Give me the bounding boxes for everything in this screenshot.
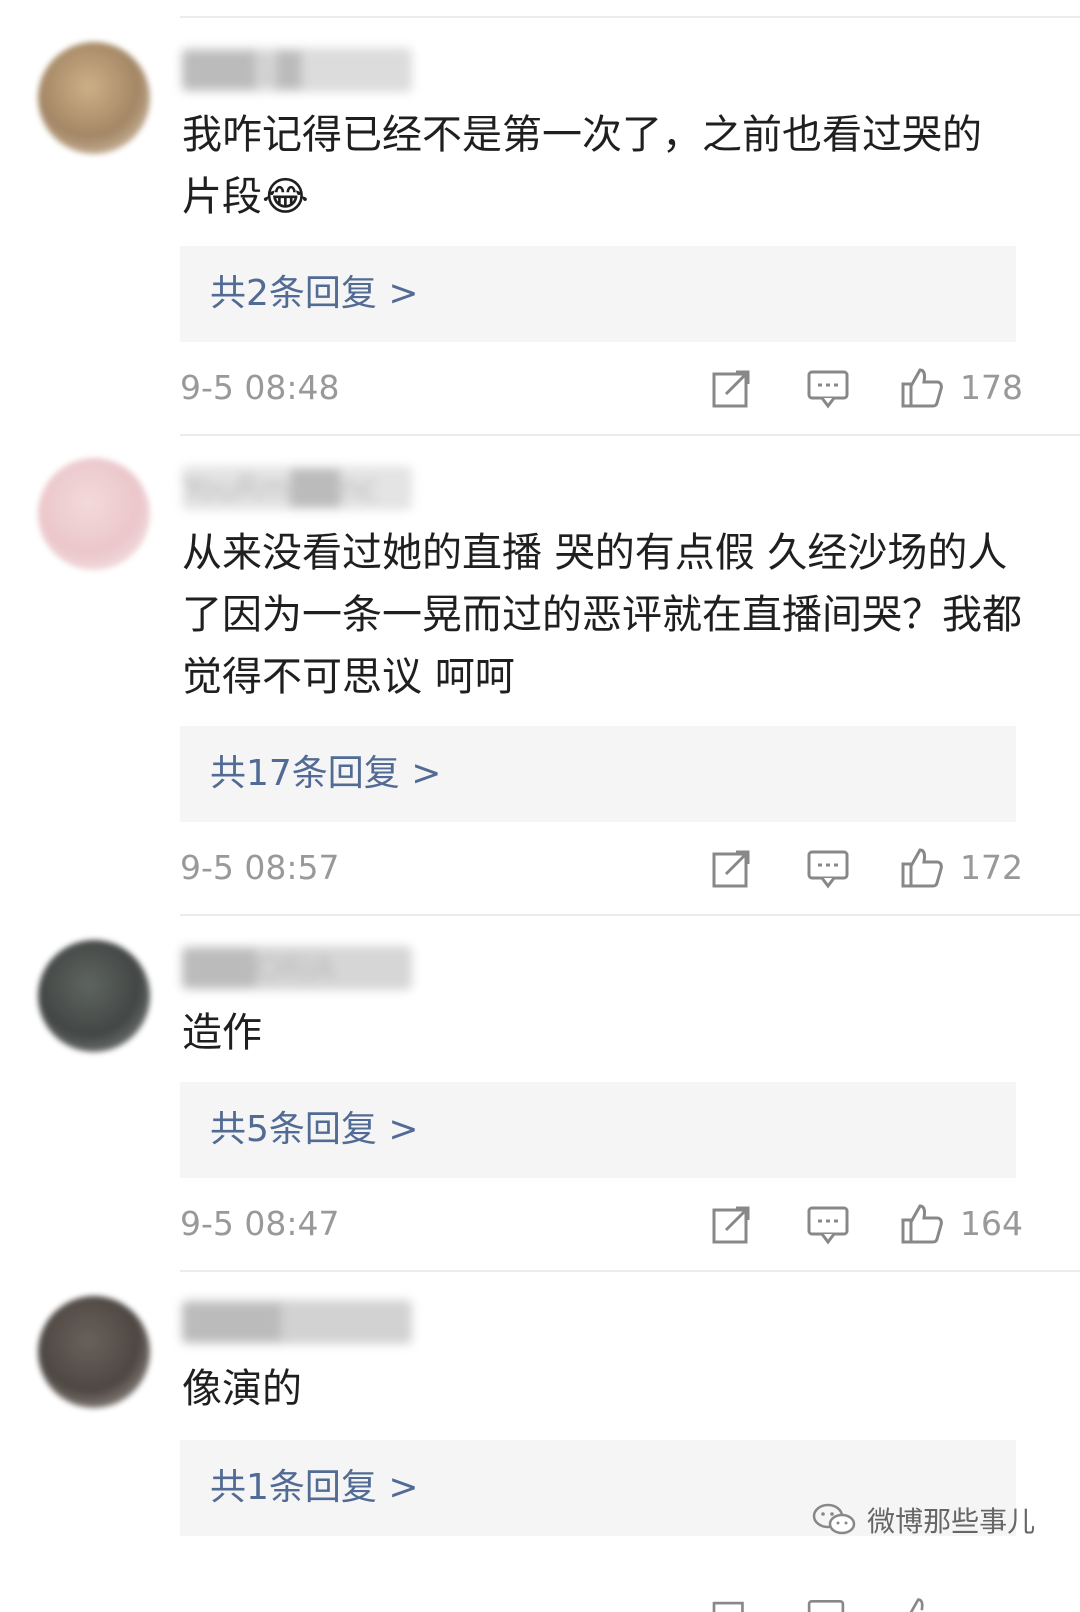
repost-icon[interactable] xyxy=(710,846,754,890)
comment-icon[interactable] xyxy=(806,846,850,890)
timestamp: 9-5 08:47 xyxy=(180,1204,340,1243)
comment-text: 造作 xyxy=(182,1010,262,1056)
reply-box[interactable]: 共5条回复 > xyxy=(180,1082,1016,1178)
like-icon[interactable] xyxy=(900,366,944,410)
timestamp: 9-5 08:48 xyxy=(180,368,340,407)
avatar[interactable] xyxy=(38,42,150,154)
comment-text: 我咋记得已经不是第一次了，之前也看过哭的片段😂 xyxy=(182,112,982,220)
comment-icon[interactable] xyxy=(806,366,850,410)
comment-icon[interactable] xyxy=(806,1596,846,1612)
comment-text: 从来没看过她的直播 哭的有点假 久经沙场的人了因为一条一晃而过的恶评就在直播间哭… xyxy=(182,530,1022,700)
username[interactable]: ███1█ xyxy=(182,48,412,92)
view-replies-link[interactable]: 共2条回复 > xyxy=(210,246,419,342)
comment-meta: 9-5 08:47 164 xyxy=(180,1194,1023,1254)
divider xyxy=(180,914,1080,916)
username[interactable]: ████ xyxy=(182,1300,412,1344)
watermark: 微博那些事儿 xyxy=(812,1500,1035,1544)
divider xyxy=(180,434,1080,436)
reply-box[interactable]: 共2条回复 > xyxy=(180,246,1016,342)
avatar[interactable] xyxy=(38,1296,150,1408)
username[interactable]: ███ORIA xyxy=(182,946,412,990)
comment-meta: 9-5 08:48 178 xyxy=(180,358,1023,418)
view-replies-link[interactable]: 共1条回复 > xyxy=(210,1440,419,1536)
comment-icon[interactable] xyxy=(806,1202,850,1246)
avatar[interactable] xyxy=(38,458,150,570)
comment-text: 像演的 xyxy=(182,1366,302,1412)
reply-box[interactable]: 共17条回复 > xyxy=(180,726,1016,822)
like-icon[interactable] xyxy=(900,1596,940,1612)
repost-icon[interactable] xyxy=(710,366,754,410)
avatar[interactable] xyxy=(38,940,150,1052)
repost-icon[interactable] xyxy=(710,1596,750,1612)
like-count: 172 xyxy=(960,848,1023,887)
view-replies-link[interactable]: 共17条回复 > xyxy=(210,726,441,822)
like-count: 164 xyxy=(960,1204,1023,1243)
username[interactable]: YouRm██nc xyxy=(182,466,412,510)
repost-icon[interactable] xyxy=(710,1202,754,1246)
timestamp: 9-5 08:57 xyxy=(180,848,340,887)
comment-meta: 9-5 08:57 172 xyxy=(180,838,1023,898)
like-icon[interactable] xyxy=(900,1202,944,1246)
view-replies-link[interactable]: 共5条回复 > xyxy=(210,1082,419,1178)
wechat-icon xyxy=(812,1503,856,1535)
watermark-text: 微博那些事儿 xyxy=(867,1505,1036,1538)
like-count: 178 xyxy=(960,368,1023,407)
like-icon[interactable] xyxy=(900,846,944,890)
top-divider xyxy=(180,16,1080,18)
divider xyxy=(180,1270,1080,1272)
